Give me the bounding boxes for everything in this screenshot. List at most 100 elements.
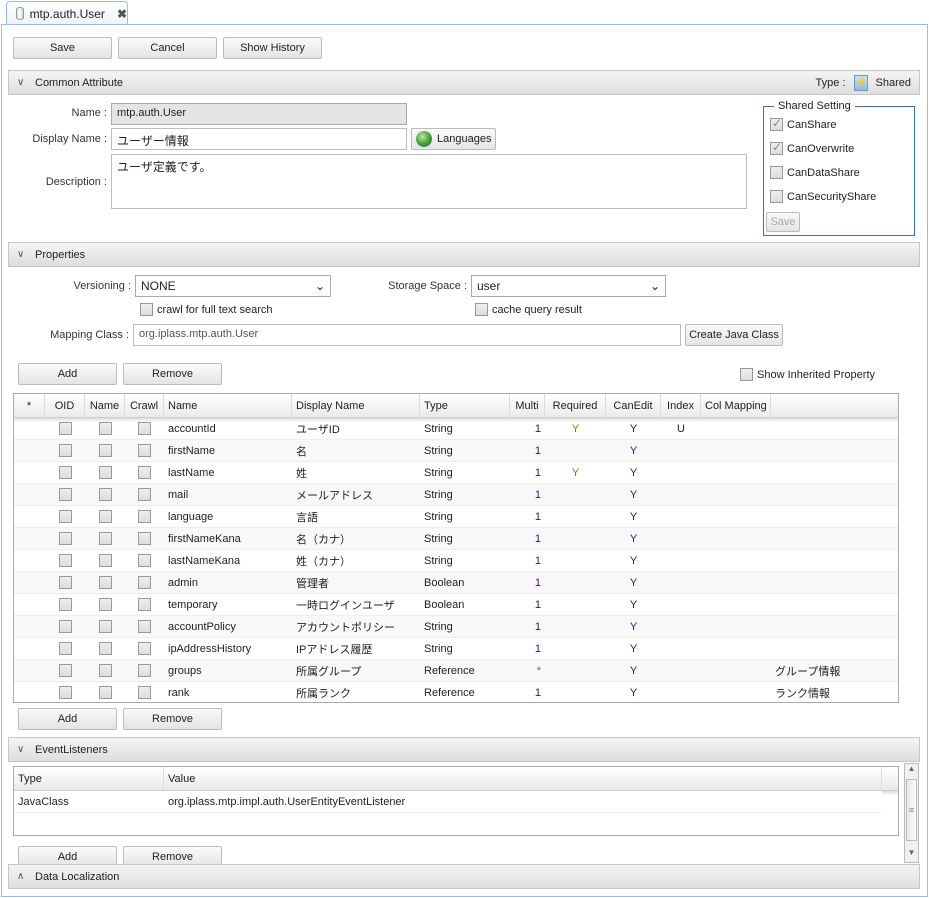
shared-save-button[interactable]: Save xyxy=(766,212,800,232)
column-header[interactable]: Display Name xyxy=(292,394,420,417)
crawl-checkbox[interactable]: crawl for full text search xyxy=(140,303,273,316)
name-checkbox[interactable] xyxy=(98,532,112,545)
mapping-class-field[interactable]: org.iplass.mtp.auth.User xyxy=(133,324,681,346)
remove-property-button[interactable]: Remove xyxy=(123,363,222,385)
cancel-button[interactable]: Cancel xyxy=(118,37,217,59)
scroll-thumb[interactable]: ≡ xyxy=(906,779,917,841)
checkbox[interactable] xyxy=(770,190,783,203)
table-row[interactable]: firstName 名 String 1 Y xyxy=(14,440,898,462)
show-history-button[interactable]: Show History xyxy=(223,37,322,59)
storage-space-select[interactable]: user ⌄ xyxy=(471,275,666,297)
add-property-button[interactable]: Add xyxy=(18,363,117,385)
oid-checkbox[interactable] xyxy=(58,686,72,699)
scroll-down-icon[interactable]: ▼ xyxy=(905,848,918,862)
table-row[interactable]: JavaClass org.iplass.mtp.impl.auth.UserE… xyxy=(14,791,882,813)
show-inherited-checkbox[interactable]: Show Inherited Property xyxy=(740,368,875,381)
oid-checkbox[interactable] xyxy=(58,422,72,435)
table-row[interactable]: lastNameKana 姓（カナ） String 1 Y xyxy=(14,550,898,572)
column-header[interactable]: Name xyxy=(85,394,125,417)
oid-checkbox[interactable] xyxy=(58,576,72,589)
checkbox[interactable] xyxy=(475,303,488,316)
column-header[interactable]: * xyxy=(14,394,45,417)
table-row[interactable]: rank 所属ランク Reference 1 Y ランク情報 xyxy=(14,682,898,702)
crawl-checkbox[interactable] xyxy=(138,444,151,457)
crawl-checkbox[interactable] xyxy=(138,620,151,633)
crawl-checkbox[interactable] xyxy=(138,532,151,545)
column-header[interactable]: Crawl xyxy=(125,394,164,417)
scroll-up-icon[interactable]: ▲ xyxy=(905,764,918,778)
crawl-checkbox[interactable] xyxy=(138,510,151,523)
crawl-checkbox[interactable] xyxy=(138,554,151,567)
oid-checkbox[interactable] xyxy=(58,664,72,677)
description-field[interactable]: ユーザ定義です。 xyxy=(111,154,747,209)
table-row[interactable]: temporary 一時ログインユーザ Boolean 1 Y xyxy=(14,594,898,616)
oid-checkbox[interactable] xyxy=(58,554,72,567)
remove-property-button-bottom[interactable]: Remove xyxy=(123,708,222,730)
oid-checkbox[interactable] xyxy=(58,488,72,501)
crawl-checkbox[interactable] xyxy=(138,686,151,699)
oid-checkbox[interactable] xyxy=(58,532,72,545)
column-header[interactable]: Type xyxy=(14,767,164,790)
versioning-select[interactable]: NONE ⌄ xyxy=(135,275,331,297)
name-checkbox[interactable] xyxy=(98,664,112,677)
name-checkbox[interactable] xyxy=(98,444,112,457)
name-field[interactable]: mtp.auth.User xyxy=(111,103,407,125)
shared-setting-canoverwrite[interactable]: CanOverwrite xyxy=(770,140,854,155)
table-row[interactable]: accountId ユーザID String 1 Y Y U xyxy=(14,418,898,440)
common-attribute-header[interactable]: ∨ Common Attribute Type : ⚡ Shared xyxy=(8,70,920,95)
table-row[interactable]: language 言語 String 1 Y xyxy=(14,506,898,528)
column-header[interactable] xyxy=(771,394,871,417)
checkbox[interactable] xyxy=(140,303,153,316)
crawl-checkbox[interactable] xyxy=(138,422,151,435)
column-header[interactable]: Index xyxy=(661,394,701,417)
cache-query-checkbox[interactable]: cache query result xyxy=(475,303,582,316)
crawl-checkbox[interactable] xyxy=(138,488,151,501)
crawl-checkbox[interactable] xyxy=(138,466,151,479)
languages-button[interactable]: Languages xyxy=(411,128,496,150)
table-row[interactable]: lastName 姓 String 1 Y Y xyxy=(14,462,898,484)
crawl-checkbox[interactable] xyxy=(138,642,151,655)
column-header[interactable]: Type xyxy=(420,394,510,417)
checkbox[interactable] xyxy=(740,368,753,381)
name-checkbox[interactable] xyxy=(98,554,112,567)
data-localization-header[interactable]: ∧ Data Localization xyxy=(8,864,920,889)
close-icon[interactable]: ✖ xyxy=(117,7,127,21)
checkbox[interactable] xyxy=(770,140,783,155)
shared-setting-cansecurityshare[interactable]: CanSecurityShare xyxy=(770,190,876,203)
name-checkbox[interactable] xyxy=(98,510,112,523)
save-button[interactable]: Save xyxy=(13,37,112,59)
crawl-checkbox[interactable] xyxy=(138,576,151,589)
oid-checkbox[interactable] xyxy=(58,642,72,655)
shared-setting-candatashare[interactable]: CanDataShare xyxy=(770,166,860,179)
add-property-button-bottom[interactable]: Add xyxy=(18,708,117,730)
column-header[interactable]: CanEdit xyxy=(606,394,661,417)
oid-checkbox[interactable] xyxy=(58,466,72,479)
table-row[interactable]: groups 所属グループ Reference * Y グループ情報 xyxy=(14,660,898,682)
oid-checkbox[interactable] xyxy=(58,598,72,611)
column-header[interactable]: Name xyxy=(164,394,292,417)
create-java-class-button[interactable]: Create Java Class xyxy=(685,324,783,346)
name-checkbox[interactable] xyxy=(98,620,112,633)
name-checkbox[interactable] xyxy=(98,686,112,699)
tab-entity[interactable]: mtp.auth.User ✖ xyxy=(6,1,128,25)
event-listeners-header[interactable]: ∨ EventListeners xyxy=(8,737,920,762)
oid-checkbox[interactable] xyxy=(58,444,72,457)
column-header[interactable]: OID xyxy=(45,394,85,417)
column-header[interactable]: Required xyxy=(545,394,606,417)
checkbox[interactable] xyxy=(770,166,783,179)
crawl-checkbox[interactable] xyxy=(138,598,151,611)
name-checkbox[interactable] xyxy=(98,422,112,435)
name-checkbox[interactable] xyxy=(98,576,112,589)
table-row[interactable]: mail メールアドレス String 1 Y xyxy=(14,484,898,506)
name-checkbox[interactable] xyxy=(98,488,112,501)
table-row[interactable]: accountPolicy アカウントポリシー String 1 Y xyxy=(14,616,898,638)
column-header[interactable]: Value xyxy=(164,767,882,790)
scrollbar[interactable]: ▲ ≡ ▼ xyxy=(904,763,919,863)
name-checkbox[interactable] xyxy=(98,642,112,655)
table-row[interactable]: firstNameKana 名（カナ） String 1 Y xyxy=(14,528,898,550)
properties-header[interactable]: ∨ Properties xyxy=(8,242,920,267)
crawl-checkbox[interactable] xyxy=(138,664,151,677)
table-row[interactable]: ipAddressHistory IPアドレス履歴 String 1 Y xyxy=(14,638,898,660)
shared-setting-canshare[interactable]: CanShare xyxy=(770,116,837,131)
checkbox[interactable] xyxy=(770,116,783,131)
